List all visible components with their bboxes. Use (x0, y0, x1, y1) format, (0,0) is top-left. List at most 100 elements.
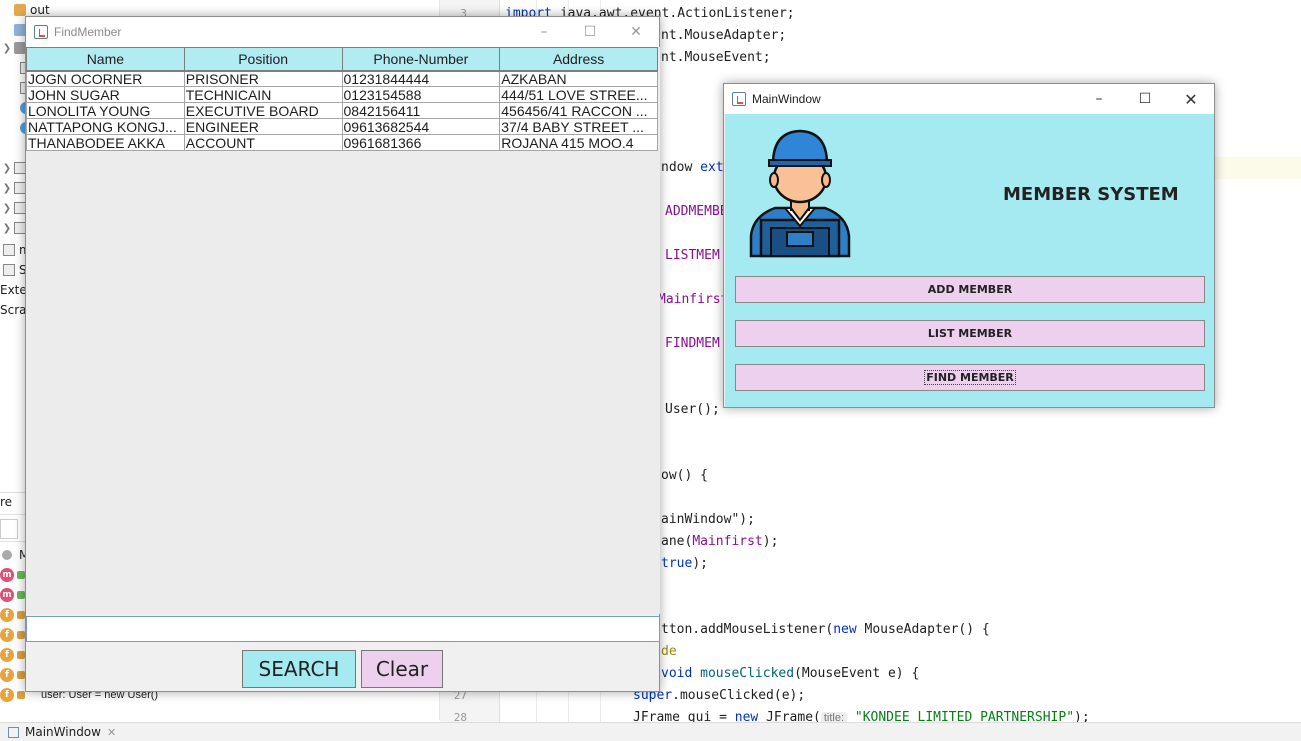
member-table[interactable]: Name Position Phone-Number Address JOGN … (26, 47, 658, 151)
sort-icon[interactable] (0, 519, 18, 539)
code-token: tton.addMouseListener( (661, 622, 834, 637)
table-cell[interactable]: 456456/41 RACCON ... (499, 102, 658, 119)
tree-item-label: out (30, 3, 50, 17)
table-cell[interactable]: AZKABAN (499, 70, 658, 87)
find-member-window: FindMember – ☐ ✕ Name Position Phone-Num… (25, 16, 660, 692)
structure-method[interactable]: m (0, 585, 25, 605)
class-icon (2, 550, 12, 560)
table-cell[interactable]: JOHN SUGAR (26, 86, 185, 103)
table-cell[interactable]: ACCOUNT (183, 134, 343, 151)
table-cell[interactable]: JOGN OCORNER (26, 70, 185, 87)
table-row[interactable]: THANABODEE AKKA ACCOUNT 0961681366 ROJAN… (26, 134, 658, 151)
table-cell[interactable]: ENGINEER (183, 118, 343, 135)
folder-icon (14, 4, 26, 16)
table-cell[interactable]: 0123154588 (341, 86, 501, 103)
clear-button[interactable]: Clear (361, 650, 443, 688)
close-icon[interactable]: ✕ (107, 726, 116, 739)
table-row[interactable]: LONOLITA YOUNG EXECUTIVE BOARD 084215641… (26, 102, 658, 119)
java-icon (732, 92, 746, 106)
table-cell[interactable]: 09613682544 (341, 118, 501, 135)
table-cell[interactable]: 01231844444 (341, 70, 501, 87)
code-line: Mainfirst (658, 292, 729, 307)
tree-item-library[interactable]: S (0, 260, 27, 280)
find-member-button[interactable]: FIND MEMBER (735, 364, 1205, 391)
code-line: tton.addMouseListener(new MouseAdapter()… (661, 622, 990, 637)
code-line: ainWindow"); (661, 512, 755, 527)
code-token: ane( (661, 534, 693, 549)
table-cell[interactable]: TECHNICAIN (183, 86, 343, 103)
window-icon (8, 726, 19, 738)
table-cell[interactable]: NATTAPONG KONGJ... (26, 118, 185, 135)
code-token: mouseClicked (700, 666, 795, 681)
structure-field[interactable]: f (0, 605, 25, 625)
table-cell[interactable]: LONOLITA YOUNG (26, 102, 185, 119)
column-header-phone[interactable]: Phone-Number (341, 47, 501, 72)
code-token: Mainfirst (692, 534, 763, 549)
chevron-right-icon[interactable]: ❯ (0, 183, 14, 194)
table-cell[interactable]: PRISONER (183, 70, 343, 87)
search-button[interactable]: SEARCH (242, 650, 356, 688)
chevron-right-icon[interactable]: ❯ (0, 223, 14, 234)
code-line: void mouseClicked(MouseEvent e) { (661, 666, 919, 681)
close-icon[interactable]: ✕ (1168, 84, 1214, 114)
table-cell[interactable]: 0961681366 (341, 134, 501, 151)
list-member-button[interactable]: LIST MEMBER (735, 320, 1205, 347)
chevron-right-icon[interactable]: ❯ (0, 43, 14, 54)
code-line: FINDMEM (665, 336, 720, 351)
code-line: de (661, 644, 677, 659)
member-system-heading: MEMBER SYSTEM (1003, 184, 1179, 205)
find-member-label: FIND MEMBER (924, 370, 1016, 385)
code-token: .mouseClicked(e); (672, 688, 806, 703)
module-icon (3, 244, 15, 256)
lock-icon (17, 611, 25, 619)
main-window-body: MEMBER SYSTEM ADD MEMBER LIST MEMBER FIN… (725, 114, 1214, 407)
maximize-icon[interactable]: ☐ (567, 17, 613, 47)
column-header-position[interactable]: Position (183, 47, 343, 72)
maximize-icon[interactable]: ☐ (1122, 84, 1168, 114)
code-token: ); (692, 556, 708, 571)
main-window: MainWindow – ☐ ✕ MEMBER SYSTEM ADD MEMBE… (723, 83, 1215, 408)
member-table-area[interactable]: Name Position Phone-Number Address JOGN … (26, 47, 660, 614)
table-cell[interactable]: 37/4 BABY STREET ... (499, 118, 658, 135)
code-token: true (661, 556, 693, 571)
table-row[interactable]: JOHN SUGAR TECHNICAIN 0123154588 444/51 … (26, 86, 658, 103)
lock-icon (17, 671, 25, 679)
find-member-titlebar[interactable]: FindMember – ☐ ✕ (26, 17, 659, 47)
search-input[interactable] (26, 616, 660, 642)
code-token: (MouseEvent e) { (794, 666, 920, 681)
editor-tab[interactable]: MainWindow ✕ (8, 725, 116, 739)
minimize-icon[interactable]: – (521, 17, 567, 47)
table-cell[interactable]: 0842156411 (341, 102, 501, 119)
window-title: MainWindow (752, 92, 821, 106)
table-row[interactable]: JOGN OCORNER PRISONER 01231844444 AZKABA… (26, 70, 658, 87)
library-icon (3, 264, 15, 276)
code-line: nt.MouseEvent; (661, 50, 771, 65)
table-cell[interactable]: EXECUTIVE BOARD (183, 102, 343, 119)
lock-icon (17, 591, 25, 599)
field-icon: f (0, 628, 14, 642)
code-line: nt.MouseAdapter; (661, 28, 787, 43)
code-token: void (661, 666, 701, 681)
structure-method[interactable]: m (0, 565, 25, 585)
main-window-titlebar[interactable]: MainWindow – ☐ ✕ (724, 84, 1214, 114)
table-cell[interactable]: 444/51 LOVE STREE... (499, 86, 658, 103)
structure-field[interactable]: f (0, 645, 25, 665)
method-icon: m (0, 588, 14, 602)
add-member-button[interactable]: ADD MEMBER (735, 276, 1205, 303)
worker-avatar-icon (749, 129, 851, 258)
chevron-right-icon[interactable]: ❯ (0, 163, 14, 174)
table-cell[interactable]: THANABODEE AKKA (26, 134, 185, 151)
minimize-icon[interactable]: – (1076, 84, 1122, 114)
field-icon: f (0, 668, 14, 682)
chevron-right-icon[interactable]: ❯ (0, 203, 14, 214)
column-header-name[interactable]: Name (26, 47, 185, 72)
table-cell[interactable]: ROJANA 415 MOO.4 (499, 134, 658, 151)
column-header-address[interactable]: Address (499, 47, 658, 72)
table-row[interactable]: NATTAPONG KONGJ... ENGINEER 09613682544 … (26, 118, 658, 135)
structure-field[interactable]: f (0, 625, 25, 645)
structure-field[interactable]: f (0, 665, 25, 685)
lock-icon (17, 691, 25, 699)
close-icon[interactable]: ✕ (613, 17, 659, 47)
list-member-label: LIST MEMBER (927, 327, 1013, 340)
code-token: ndow (661, 160, 701, 175)
